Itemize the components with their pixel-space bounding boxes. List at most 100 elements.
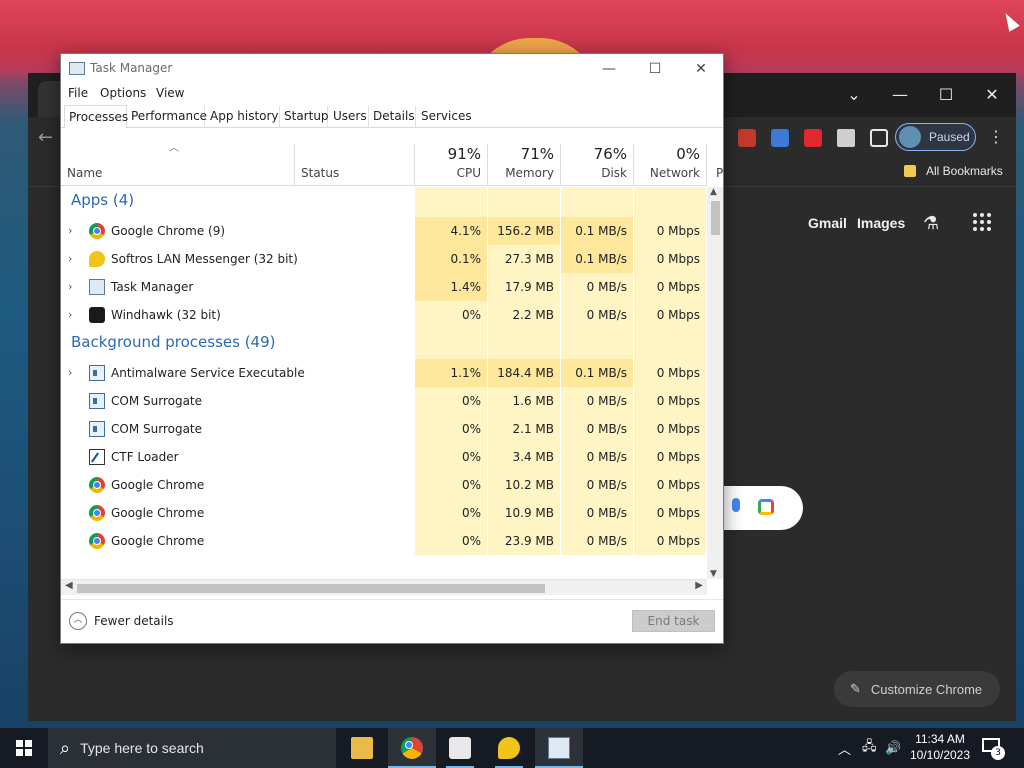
extension-icon-blue[interactable] xyxy=(771,129,789,147)
voice-search-mic-icon[interactable] xyxy=(732,498,740,512)
table-row[interactable]: › Windhawk (32 bit) 0% 2.2 MB 0 MB/s 0 Mbps xyxy=(61,301,707,329)
column-memory[interactable]: Memory xyxy=(488,166,554,180)
profile-paused-button[interactable]: Paused xyxy=(895,123,976,151)
menu-file[interactable]: File xyxy=(68,86,88,100)
column-name[interactable]: Name xyxy=(67,166,102,180)
table-row[interactable]: COM Surrogate 0% 2.1 MB 0 MB/s 0 Mbps xyxy=(61,415,707,443)
minimize-button[interactable]: — xyxy=(586,54,632,84)
column-status[interactable]: Status xyxy=(301,166,339,180)
tab-services[interactable]: Services xyxy=(417,106,472,128)
action-center-button[interactable]: 3 xyxy=(982,736,1005,760)
notification-count: 3 xyxy=(991,746,1005,760)
taskbar-file-explorer[interactable] xyxy=(338,728,386,768)
google-search-box[interactable] xyxy=(718,486,803,530)
menu-options[interactable]: Options xyxy=(100,86,146,100)
chrome-icon xyxy=(89,223,105,239)
scroll-up-arrow-icon[interactable]: ▲ xyxy=(710,187,717,197)
tab-startup[interactable]: Startup xyxy=(280,106,329,128)
horizontal-scrollbar[interactable]: ◀ ▶ xyxy=(61,579,707,595)
network-total-percent[interactable]: 0% xyxy=(634,145,700,163)
column-disk[interactable]: Disk xyxy=(561,166,627,180)
expand-chevron-icon[interactable]: › xyxy=(68,217,72,245)
chrome-menu-icon[interactable]: ⋮ xyxy=(988,127,1004,146)
vertical-scrollbar[interactable]: ▲ ▼ xyxy=(707,187,723,579)
close-button[interactable]: ✕ xyxy=(678,54,724,84)
column-network[interactable]: Network xyxy=(634,166,700,180)
table-row[interactable]: Google Chrome 0% 10.2 MB 0 MB/s 0 Mbps xyxy=(61,471,707,499)
extension-icon-video[interactable] xyxy=(804,129,822,147)
tab-details[interactable]: Details xyxy=(369,106,416,128)
horizontal-scroll-thumb[interactable] xyxy=(77,584,545,593)
chrome-maximize-button[interactable]: ☐ xyxy=(926,79,966,109)
all-bookmarks-button[interactable]: All Bookmarks xyxy=(926,164,1003,178)
group-apps[interactable]: Apps (4) xyxy=(61,187,707,217)
disk-total-percent[interactable]: 76% xyxy=(561,145,627,163)
group-background-processes[interactable]: Background processes (49) xyxy=(61,329,707,359)
table-row[interactable]: Google Chrome 0% 10.9 MB 0 MB/s 0 Mbps xyxy=(61,499,707,527)
network-icon[interactable]: 🖧 xyxy=(862,728,877,768)
column-cpu[interactable]: CPU xyxy=(415,166,481,180)
labs-flask-icon[interactable]: ⚗ xyxy=(923,213,939,234)
cpu-cell: 0% xyxy=(415,415,487,443)
taskbar-windhawk[interactable] xyxy=(436,728,484,768)
memory-total-percent[interactable]: 71% xyxy=(488,145,554,163)
table-row[interactable]: › Google Chrome (9) 4.1% 156.2 MB 0.1 MB/s 0 … xyxy=(61,217,707,245)
cpu-total-percent[interactable]: 91% xyxy=(415,145,481,163)
disk-cell: 0 MB/s xyxy=(561,387,633,415)
gmail-link[interactable]: Gmail xyxy=(808,215,847,231)
volume-icon[interactable]: 🔊 xyxy=(885,728,901,768)
column-power-truncated[interactable]: P xyxy=(716,166,723,180)
tab-app-history[interactable]: App history xyxy=(206,106,280,128)
sort-ascending-icon: ︿ xyxy=(169,143,179,154)
system-clock[interactable]: 11:34 AM 10/10/2023 xyxy=(905,731,975,763)
chrome-minimize-button[interactable]: — xyxy=(880,79,920,109)
scroll-left-arrow-icon[interactable]: ◀ xyxy=(65,580,73,591)
fewer-details-button[interactable]: Fewer details xyxy=(94,614,174,628)
back-arrow-icon[interactable]: ← xyxy=(38,127,53,148)
maximize-button[interactable]: ☐ xyxy=(632,54,678,84)
taskbar-chrome[interactable] xyxy=(388,728,436,768)
table-row[interactable]: Google Chrome 0% 23.9 MB 0 MB/s 0 Mbps xyxy=(61,527,707,555)
taskbar-search-box[interactable]: ⌕ Type here to search xyxy=(48,728,336,768)
process-name: Google Chrome xyxy=(111,478,205,492)
scroll-down-arrow-icon[interactable]: ▼ xyxy=(710,569,717,579)
taskbar-task-manager[interactable] xyxy=(535,728,583,768)
table-row[interactable]: › Antimalware Service Executable 1.1% 184.4… xyxy=(61,359,707,387)
process-name: CTF Loader xyxy=(111,450,179,464)
vertical-scroll-thumb[interactable] xyxy=(711,201,720,235)
process-name: Task Manager xyxy=(111,280,194,294)
expand-chevron-icon[interactable]: › xyxy=(68,301,72,329)
end-task-button[interactable]: End task xyxy=(632,610,715,632)
extension-icon-red[interactable] xyxy=(738,129,756,147)
expand-chevron-icon[interactable]: › xyxy=(68,273,72,301)
table-row[interactable]: › Task Manager 1.4% 17.9 MB 0 MB/s 0 Mbps xyxy=(61,273,707,301)
extensions-puzzle-icon[interactable] xyxy=(837,129,855,147)
table-row[interactable]: CTF Loader 0% 3.4 MB 0 MB/s 0 Mbps xyxy=(61,443,707,471)
menu-view[interactable]: View xyxy=(156,86,184,100)
google-lens-icon[interactable] xyxy=(758,499,774,515)
show-hidden-icons-chevron-icon[interactable]: ︿ xyxy=(838,728,851,768)
start-button[interactable] xyxy=(0,728,48,768)
tab-search-chevron-icon[interactable]: ⌄ xyxy=(834,79,874,109)
chrome-icon xyxy=(89,533,105,549)
tab-users[interactable]: Users xyxy=(329,106,369,128)
images-link[interactable]: Images xyxy=(857,215,905,231)
network-cell: 0 Mbps xyxy=(634,471,706,499)
table-row[interactable]: COM Surrogate 0% 1.6 MB 0 MB/s 0 Mbps xyxy=(61,387,707,415)
google-apps-icon[interactable] xyxy=(973,213,991,231)
title-bar[interactable]: Task Manager — ☐ ✕ xyxy=(61,54,723,84)
expand-chevron-icon[interactable]: › xyxy=(68,359,72,387)
tab-performance[interactable]: Performance xyxy=(127,106,207,128)
expand-chevron-icon[interactable]: › xyxy=(68,245,72,273)
chrome-close-button[interactable]: ✕ xyxy=(972,79,1012,109)
memory-cell: 2.1 MB xyxy=(488,415,560,443)
table-row[interactable]: › Softros LAN Messenger (32 bit) 0.1% 27.3 … xyxy=(61,245,707,273)
customize-chrome-button[interactable]: ✎ Customize Chrome xyxy=(834,671,1000,707)
group-heat-cell xyxy=(488,187,560,217)
tab-processes[interactable]: Processes xyxy=(64,105,128,129)
side-panel-icon[interactable] xyxy=(870,129,888,147)
taskbar-softros[interactable] xyxy=(485,728,533,768)
chevron-up-circle-icon[interactable]: ︿ xyxy=(69,612,87,630)
cpu-cell: 0% xyxy=(415,443,487,471)
scroll-right-arrow-icon[interactable]: ▶ xyxy=(695,580,703,591)
